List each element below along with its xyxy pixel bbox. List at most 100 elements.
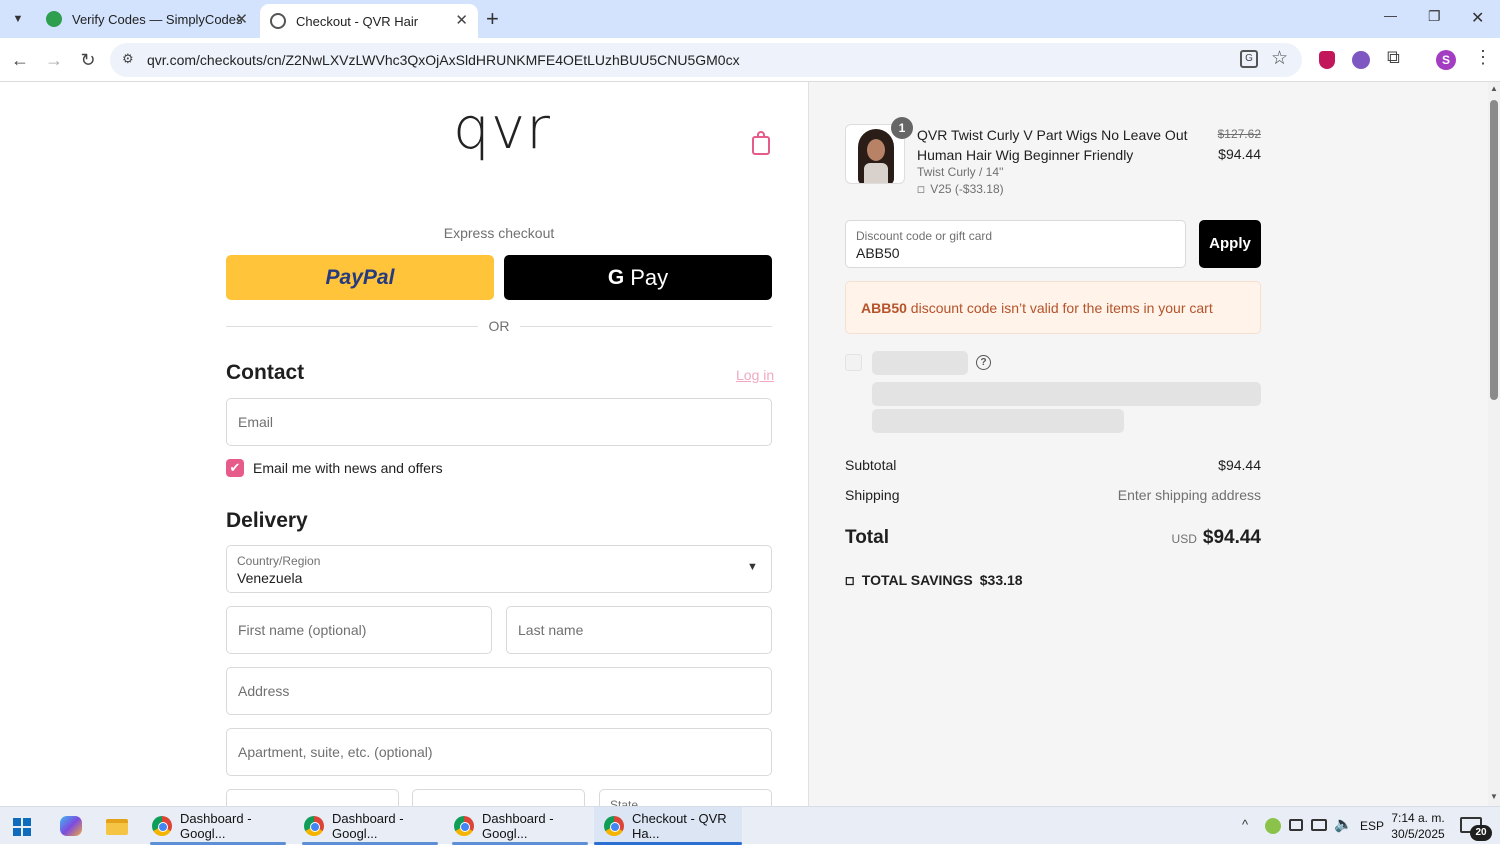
savings-label: TOTAL SAVINGS <box>861 572 973 588</box>
site-info-icon[interactable]: ⚙ <box>122 51 134 67</box>
store-logo[interactable]: qvr <box>453 98 551 158</box>
tab-title: Verify Codes — SimplyCodes <box>72 11 243 27</box>
copilot-icon[interactable] <box>60 816 82 836</box>
email-placeholder: Email <box>238 414 274 430</box>
email-field[interactable]: Email <box>226 398 772 446</box>
first-name-field[interactable]: First name (optional) <box>226 606 492 654</box>
arrow-right-icon: → <box>45 49 63 70</box>
forward-button[interactable]: → <box>40 46 68 74</box>
newsletter-label[interactable]: Email me with news and offers <box>253 460 443 476</box>
state-label: State <box>610 798 639 806</box>
cart-bag-icon[interactable] <box>752 131 770 155</box>
taskbar-app-label: Dashboard - Googl... <box>180 811 252 841</box>
taskbar-app-chrome-1[interactable]: Dashboard - Googl... <box>150 807 286 845</box>
scrollbar-thumb[interactable] <box>1490 100 1498 400</box>
apply-button[interactable]: Apply <box>1199 220 1261 268</box>
taskbar-app-chrome-2[interactable]: Dashboard - Googl... <box>302 807 438 845</box>
address-field[interactable]: Address <box>226 667 772 715</box>
scroll-up-arrow-icon[interactable]: ▲ <box>1490 84 1498 93</box>
tray-monitor-icon[interactable] <box>1289 819 1303 831</box>
newsletter-checkbox[interactable]: ✔ <box>226 459 244 477</box>
subtotal-value: $94.44 <box>1218 457 1261 473</box>
chrome-icon <box>604 816 624 836</box>
discount-code-input[interactable]: Discount code or gift card ABB50 <box>845 220 1186 268</box>
translate-icon[interactable]: G <box>1240 50 1258 68</box>
close-window-button[interactable]: ✕ <box>1471 8 1484 28</box>
taskbar-app-chrome-active[interactable]: Checkout - QVR Ha... <box>594 807 742 845</box>
discount-code-value: ABB50 <box>856 245 900 261</box>
scroll-down-arrow-icon[interactable]: ▼ <box>1490 792 1498 801</box>
product-name: QVR Twist Curly V Part Wigs No Leave Out… <box>917 127 1188 163</box>
volume-icon[interactable]: 🔈 <box>1334 815 1353 833</box>
taskbar-app-label: Dashboard - Googl... <box>482 811 554 841</box>
profile-avatar[interactable]: S <box>1436 50 1456 70</box>
tab-close-icon[interactable]: ✕ <box>235 10 248 28</box>
shipping-value: Enter shipping address <box>1117 487 1261 503</box>
state-select[interactable]: State <box>599 789 772 806</box>
tray-app-icon[interactable] <box>1265 818 1281 834</box>
tab-close-icon[interactable]: ✕ <box>455 11 468 29</box>
discount-code-label: Discount code or gift card <box>856 229 993 243</box>
skeleton-bar-short <box>872 409 1124 433</box>
address-placeholder: Address <box>238 683 290 699</box>
quantity-badge: 1 <box>891 117 913 139</box>
total-label: Total <box>845 527 889 548</box>
total-value: $94.44 <box>1202 527 1261 548</box>
tab-search-button[interactable]: ▼ <box>6 8 30 30</box>
google-pay-button[interactable]: G Pay <box>504 255 772 300</box>
reload-button[interactable]: ↻ <box>74 46 102 74</box>
back-button[interactable]: ← <box>6 46 34 74</box>
extension-circle-icon[interactable] <box>1352 51 1370 69</box>
country-label: Country/Region <box>237 554 321 568</box>
tray-chevron-up-icon[interactable]: ^ <box>1242 817 1248 832</box>
google-g-icon: G <box>607 265 625 289</box>
restore-button[interactable]: ❐ <box>1428 8 1441 25</box>
network-icon[interactable] <box>1311 819 1327 831</box>
paypal-button[interactable]: PayPal <box>226 255 494 300</box>
address-bar[interactable]: ⚙ qvr.com/checkouts/cn/Z2NwLXVzLWVhc3QxO… <box>110 43 1302 77</box>
tab-simplycodes[interactable]: Verify Codes — SimplyCodes ✕ <box>36 0 258 38</box>
last-name-field[interactable]: Last name <box>506 606 772 654</box>
city-field[interactable] <box>226 789 399 806</box>
url-text[interactable]: qvr.com/checkouts/cn/Z2NwLXVzLWVhc3QxOjA… <box>147 52 740 68</box>
country-value: Venezuela <box>237 570 303 586</box>
tag-icon: ◇ <box>913 180 930 198</box>
browser-menu-icon[interactable]: ⋮ <box>1474 47 1492 68</box>
apartment-field[interactable]: Apartment, suite, etc. (optional) <box>226 728 772 776</box>
clock-date: 30/5/2025 <box>1391 827 1445 841</box>
delivery-heading: Delivery <box>226 509 308 532</box>
checkmark-icon: ✔ <box>229 460 241 475</box>
savings-tag-icon: ◇ <box>841 570 861 590</box>
checkout-form-pane: qvr Express checkout PayPal G Pay OR Con… <box>0 82 808 806</box>
total-amount: USD $94.44 <box>1101 527 1261 549</box>
skeleton-label <box>872 351 968 375</box>
item-price: $94.44 <box>1218 146 1261 162</box>
postal-field[interactable] <box>412 789 585 806</box>
globe-favicon-icon <box>270 13 286 29</box>
clock-time: 7:14 a. m. <box>1391 811 1445 825</box>
arrow-left-icon: ← <box>11 49 29 70</box>
start-button[interactable] <box>13 818 31 836</box>
savings-value: $33.18 <box>979 572 1023 588</box>
contact-heading: Contact <box>226 361 305 384</box>
taskbar-app-label: Dashboard - Googl... <box>332 811 404 841</box>
extensions-puzzle-icon[interactable]: ⧉ <box>1387 47 1400 68</box>
notification-center[interactable]: 20 <box>1460 817 1492 841</box>
first-name-placeholder: First name (optional) <box>238 622 367 638</box>
reload-icon: ↻ <box>80 49 96 70</box>
tab-checkout[interactable]: Checkout - QVR Hair ✕ <box>260 4 478 38</box>
taskbar-app-chrome-3[interactable]: Dashboard - Googl... <box>452 807 588 845</box>
file-explorer-icon[interactable] <box>106 819 128 835</box>
help-circle-icon[interactable]: ? <box>976 355 991 370</box>
extension-shield-icon[interactable] <box>1319 51 1335 69</box>
country-select[interactable]: Country/Region Venezuela ▼ <box>226 545 772 593</box>
page-scrollbar[interactable]: ▲ ▼ <box>1488 82 1500 806</box>
error-message: discount code isn’t valid for the items … <box>906 300 1213 316</box>
total-currency: USD <box>1171 532 1197 546</box>
minimize-button[interactable]: — <box>1384 8 1397 23</box>
new-tab-button[interactable]: + <box>486 6 499 32</box>
bookmark-star-icon[interactable]: ☆ <box>1271 47 1288 70</box>
clock[interactable]: 7:14 a. m. 30/5/2025 <box>1390 810 1446 842</box>
login-link[interactable]: Log in <box>736 367 774 383</box>
input-language[interactable]: ESP <box>1360 819 1384 833</box>
